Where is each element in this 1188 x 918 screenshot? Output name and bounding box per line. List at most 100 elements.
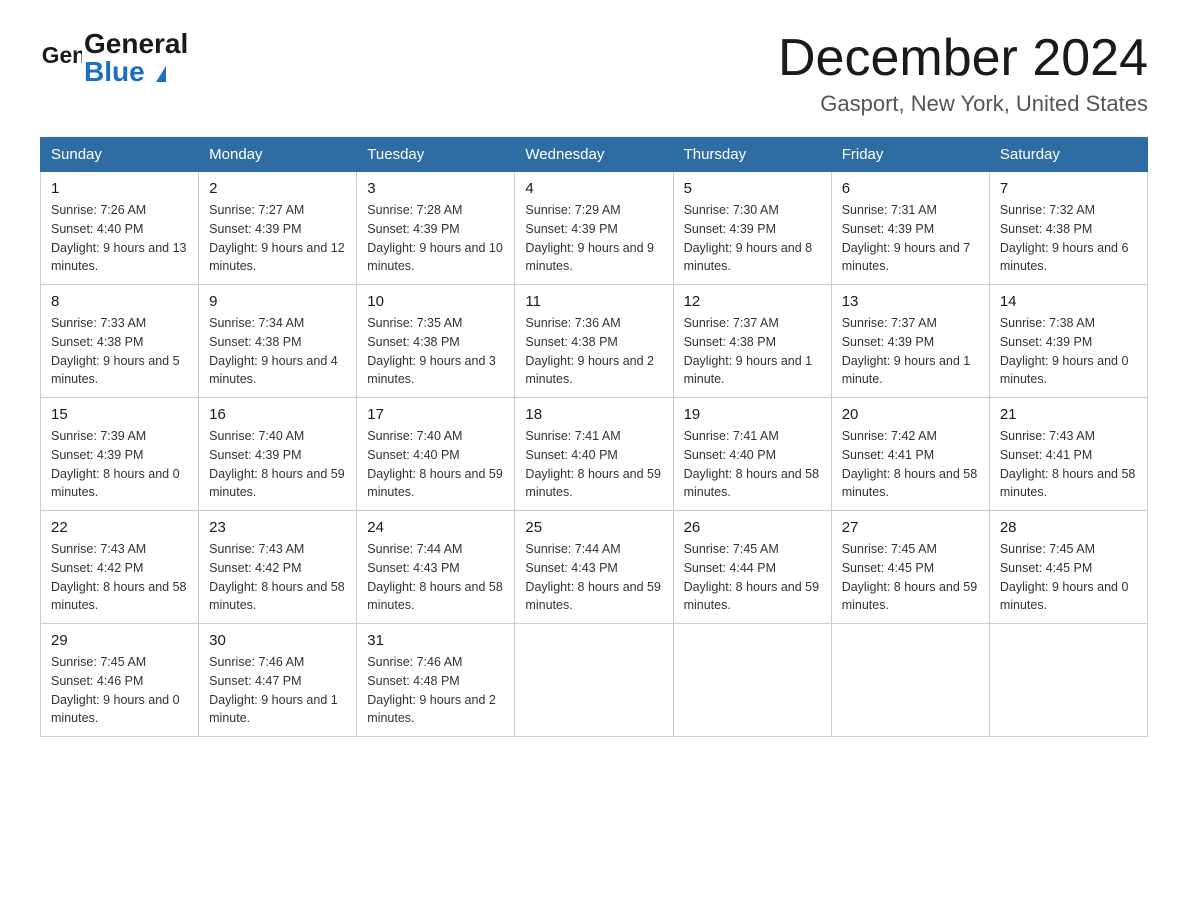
calendar-cell: 27 Sunrise: 7:45 AMSunset: 4:45 PMDaylig… — [831, 511, 989, 624]
calendar-cell — [989, 624, 1147, 737]
day-number: 19 — [684, 406, 821, 423]
logo-text: General Blue — [84, 30, 188, 86]
calendar-cell: 16 Sunrise: 7:40 AMSunset: 4:39 PMDaylig… — [199, 398, 357, 511]
calendar-cell: 18 Sunrise: 7:41 AMSunset: 4:40 PMDaylig… — [515, 398, 673, 511]
day-number: 18 — [525, 406, 662, 423]
calendar-cell: 24 Sunrise: 7:44 AMSunset: 4:43 PMDaylig… — [357, 511, 515, 624]
day-info: Sunrise: 7:29 AMSunset: 4:39 PMDaylight:… — [525, 203, 654, 273]
calendar-cell: 5 Sunrise: 7:30 AMSunset: 4:39 PMDayligh… — [673, 172, 831, 285]
day-number: 13 — [842, 293, 979, 310]
day-info: Sunrise: 7:45 AMSunset: 4:45 PMDaylight:… — [842, 542, 978, 612]
day-number: 12 — [684, 293, 821, 310]
calendar-cell: 20 Sunrise: 7:42 AMSunset: 4:41 PMDaylig… — [831, 398, 989, 511]
day-info: Sunrise: 7:37 AMSunset: 4:38 PMDaylight:… — [684, 316, 813, 386]
day-number: 16 — [209, 406, 346, 423]
weekday-header-friday: Friday — [831, 138, 989, 172]
day-number: 23 — [209, 519, 346, 536]
weekday-header-wednesday: Wednesday — [515, 138, 673, 172]
calendar-cell: 10 Sunrise: 7:35 AMSunset: 4:38 PMDaylig… — [357, 285, 515, 398]
day-number: 10 — [367, 293, 504, 310]
day-number: 2 — [209, 180, 346, 197]
day-number: 27 — [842, 519, 979, 536]
weekday-header-thursday: Thursday — [673, 138, 831, 172]
day-number: 7 — [1000, 180, 1137, 197]
week-row-1: 1 Sunrise: 7:26 AMSunset: 4:40 PMDayligh… — [41, 172, 1148, 285]
logo-blue: Blue — [84, 58, 188, 86]
day-number: 4 — [525, 180, 662, 197]
day-number: 1 — [51, 180, 188, 197]
day-number: 30 — [209, 632, 346, 649]
day-info: Sunrise: 7:45 AMSunset: 4:46 PMDaylight:… — [51, 655, 180, 725]
calendar-table: SundayMondayTuesdayWednesdayThursdayFrid… — [40, 137, 1148, 737]
calendar-cell: 17 Sunrise: 7:40 AMSunset: 4:40 PMDaylig… — [357, 398, 515, 511]
day-info: Sunrise: 7:34 AMSunset: 4:38 PMDaylight:… — [209, 316, 338, 386]
logo: General General Blue — [40, 30, 188, 86]
calendar-cell — [831, 624, 989, 737]
calendar-cell: 1 Sunrise: 7:26 AMSunset: 4:40 PMDayligh… — [41, 172, 199, 285]
week-row-3: 15 Sunrise: 7:39 AMSunset: 4:39 PMDaylig… — [41, 398, 1148, 511]
calendar-cell — [515, 624, 673, 737]
day-number: 25 — [525, 519, 662, 536]
day-info: Sunrise: 7:40 AMSunset: 4:40 PMDaylight:… — [367, 429, 503, 499]
logo-general: General — [84, 30, 188, 58]
day-info: Sunrise: 7:40 AMSunset: 4:39 PMDaylight:… — [209, 429, 345, 499]
location-subtitle: Gasport, New York, United States — [778, 91, 1148, 117]
weekday-header-sunday: Sunday — [41, 138, 199, 172]
day-number: 3 — [367, 180, 504, 197]
day-number: 11 — [525, 293, 662, 310]
calendar-cell: 12 Sunrise: 7:37 AMSunset: 4:38 PMDaylig… — [673, 285, 831, 398]
day-number: 28 — [1000, 519, 1137, 536]
day-info: Sunrise: 7:45 AMSunset: 4:44 PMDaylight:… — [684, 542, 820, 612]
day-info: Sunrise: 7:43 AMSunset: 4:41 PMDaylight:… — [1000, 429, 1136, 499]
calendar-cell: 4 Sunrise: 7:29 AMSunset: 4:39 PMDayligh… — [515, 172, 673, 285]
day-info: Sunrise: 7:27 AMSunset: 4:39 PMDaylight:… — [209, 203, 345, 273]
calendar-cell: 21 Sunrise: 7:43 AMSunset: 4:41 PMDaylig… — [989, 398, 1147, 511]
weekday-header-saturday: Saturday — [989, 138, 1147, 172]
calendar-cell: 2 Sunrise: 7:27 AMSunset: 4:39 PMDayligh… — [199, 172, 357, 285]
calendar-cell: 8 Sunrise: 7:33 AMSunset: 4:38 PMDayligh… — [41, 285, 199, 398]
week-row-2: 8 Sunrise: 7:33 AMSunset: 4:38 PMDayligh… — [41, 285, 1148, 398]
day-info: Sunrise: 7:43 AMSunset: 4:42 PMDaylight:… — [209, 542, 345, 612]
calendar-cell: 25 Sunrise: 7:44 AMSunset: 4:43 PMDaylig… — [515, 511, 673, 624]
calendar-cell — [673, 624, 831, 737]
calendar-cell: 13 Sunrise: 7:37 AMSunset: 4:39 PMDaylig… — [831, 285, 989, 398]
day-number: 15 — [51, 406, 188, 423]
logo-triangle-icon — [156, 66, 166, 82]
day-info: Sunrise: 7:41 AMSunset: 4:40 PMDaylight:… — [684, 429, 820, 499]
calendar-cell: 15 Sunrise: 7:39 AMSunset: 4:39 PMDaylig… — [41, 398, 199, 511]
calendar-cell: 26 Sunrise: 7:45 AMSunset: 4:44 PMDaylig… — [673, 511, 831, 624]
day-number: 31 — [367, 632, 504, 649]
calendar-cell: 22 Sunrise: 7:43 AMSunset: 4:42 PMDaylig… — [41, 511, 199, 624]
calendar-cell: 7 Sunrise: 7:32 AMSunset: 4:38 PMDayligh… — [989, 172, 1147, 285]
calendar-cell: 19 Sunrise: 7:41 AMSunset: 4:40 PMDaylig… — [673, 398, 831, 511]
day-info: Sunrise: 7:32 AMSunset: 4:38 PMDaylight:… — [1000, 203, 1129, 273]
day-number: 8 — [51, 293, 188, 310]
day-info: Sunrise: 7:39 AMSunset: 4:39 PMDaylight:… — [51, 429, 180, 499]
day-info: Sunrise: 7:43 AMSunset: 4:42 PMDaylight:… — [51, 542, 187, 612]
day-number: 22 — [51, 519, 188, 536]
calendar-cell: 23 Sunrise: 7:43 AMSunset: 4:42 PMDaylig… — [199, 511, 357, 624]
calendar-cell: 29 Sunrise: 7:45 AMSunset: 4:46 PMDaylig… — [41, 624, 199, 737]
day-info: Sunrise: 7:30 AMSunset: 4:39 PMDaylight:… — [684, 203, 813, 273]
day-info: Sunrise: 7:28 AMSunset: 4:39 PMDaylight:… — [367, 203, 503, 273]
week-row-5: 29 Sunrise: 7:45 AMSunset: 4:46 PMDaylig… — [41, 624, 1148, 737]
day-number: 17 — [367, 406, 504, 423]
day-info: Sunrise: 7:36 AMSunset: 4:38 PMDaylight:… — [525, 316, 654, 386]
calendar-cell: 14 Sunrise: 7:38 AMSunset: 4:39 PMDaylig… — [989, 285, 1147, 398]
day-info: Sunrise: 7:46 AMSunset: 4:48 PMDaylight:… — [367, 655, 496, 725]
day-number: 9 — [209, 293, 346, 310]
weekday-header-monday: Monday — [199, 138, 357, 172]
weekday-header-tuesday: Tuesday — [357, 138, 515, 172]
calendar-cell: 6 Sunrise: 7:31 AMSunset: 4:39 PMDayligh… — [831, 172, 989, 285]
day-info: Sunrise: 7:26 AMSunset: 4:40 PMDaylight:… — [51, 203, 187, 273]
day-info: Sunrise: 7:35 AMSunset: 4:38 PMDaylight:… — [367, 316, 496, 386]
day-info: Sunrise: 7:31 AMSunset: 4:39 PMDaylight:… — [842, 203, 971, 273]
day-info: Sunrise: 7:45 AMSunset: 4:45 PMDaylight:… — [1000, 542, 1129, 612]
title-area: December 2024 Gasport, New York, United … — [778, 30, 1148, 117]
day-info: Sunrise: 7:37 AMSunset: 4:39 PMDaylight:… — [842, 316, 971, 386]
day-info: Sunrise: 7:44 AMSunset: 4:43 PMDaylight:… — [367, 542, 503, 612]
day-number: 14 — [1000, 293, 1137, 310]
day-info: Sunrise: 7:46 AMSunset: 4:47 PMDaylight:… — [209, 655, 338, 725]
calendar-cell: 31 Sunrise: 7:46 AMSunset: 4:48 PMDaylig… — [357, 624, 515, 737]
weekday-header-row: SundayMondayTuesdayWednesdayThursdayFrid… — [41, 138, 1148, 172]
